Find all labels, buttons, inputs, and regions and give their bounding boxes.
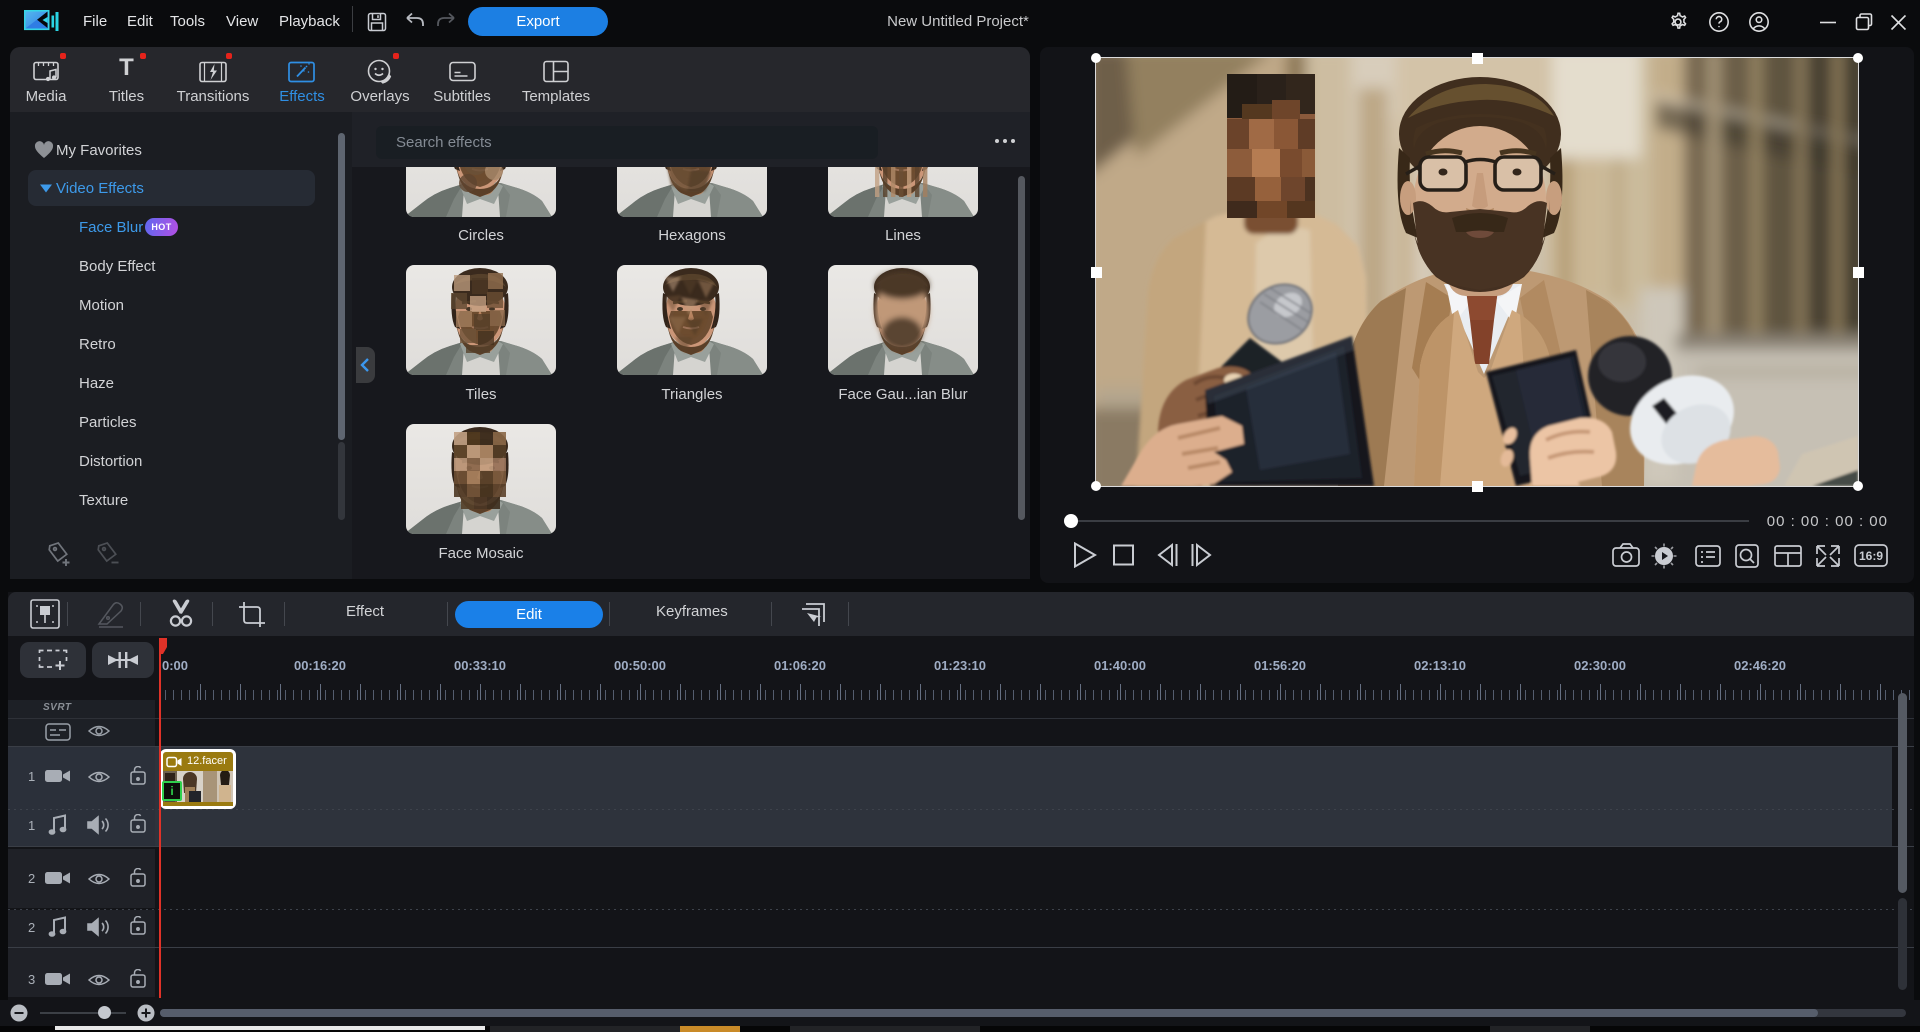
svg-text:16:9: 16:9 xyxy=(1859,549,1883,563)
